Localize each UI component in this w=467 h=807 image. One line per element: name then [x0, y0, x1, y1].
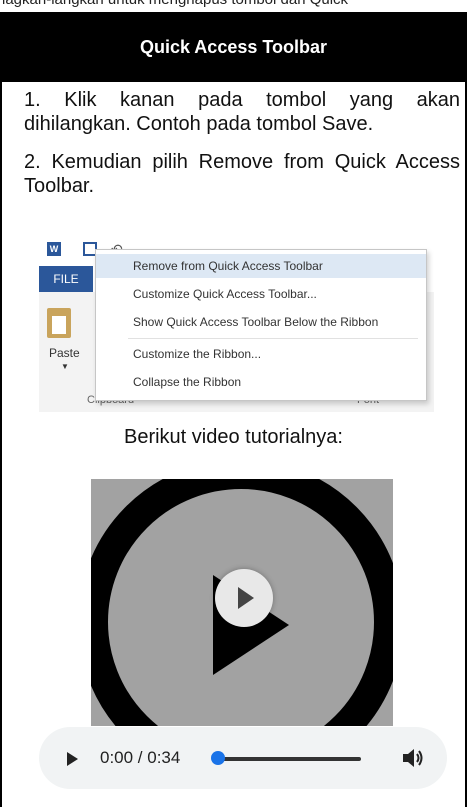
- title-bar: Quick Access Toolbar: [0, 12, 467, 82]
- menu-separator: [128, 338, 418, 339]
- video-controls: 0:00 / 0:34: [39, 727, 447, 789]
- menu-item-collapse-ribbon: Collapse the Ribbon: [133, 375, 242, 389]
- context-menu: Remove from Quick Access Toolbar Customi…: [95, 249, 427, 401]
- control-play-icon[interactable]: [67, 752, 78, 766]
- time-display: 0:00 / 0:34: [100, 748, 181, 767]
- menu-item-customize-qat: Customize Quick Access Toolbar...: [133, 287, 317, 301]
- word-app-icon: W: [47, 242, 61, 256]
- file-tab: FILE: [39, 266, 93, 292]
- paste-label: Paste: [49, 346, 80, 360]
- play-button[interactable]: [215, 569, 273, 627]
- word-context-menu-screenshot: W ↶ ⇁ FILE Paste ▼ Clipboard Font Remove…: [39, 236, 434, 412]
- paste-icon: [47, 308, 71, 338]
- play-icon: [238, 587, 254, 609]
- instruction-step-2: 2. Kemudian pilih Remove from Quick Acce…: [24, 151, 460, 197]
- paste-dropdown-icon: ▼: [61, 362, 69, 371]
- video-caption: Berikut video tutorialnya:: [123, 426, 343, 448]
- menu-item-show-qat-below: Show Quick Access Toolbar Below the Ribb…: [133, 315, 379, 329]
- seek-bar[interactable]: [215, 757, 361, 761]
- top-cut-text: lagkah-langkah untuk menghapus tombol da…: [0, 0, 467, 12]
- instruction-step-1: 1. Klik kanan pada tombol yang akan dihi…: [24, 89, 460, 135]
- menu-item-remove-from-qat: Remove from Quick Access Toolbar: [96, 254, 426, 278]
- menu-item-customize-ribbon: Customize the Ribbon...: [133, 347, 262, 361]
- seek-thumb[interactable]: [211, 751, 225, 765]
- page-title: Quick Access Toolbar: [139, 36, 328, 57]
- volume-icon[interactable]: [401, 747, 425, 769]
- left-border: [0, 12, 2, 807]
